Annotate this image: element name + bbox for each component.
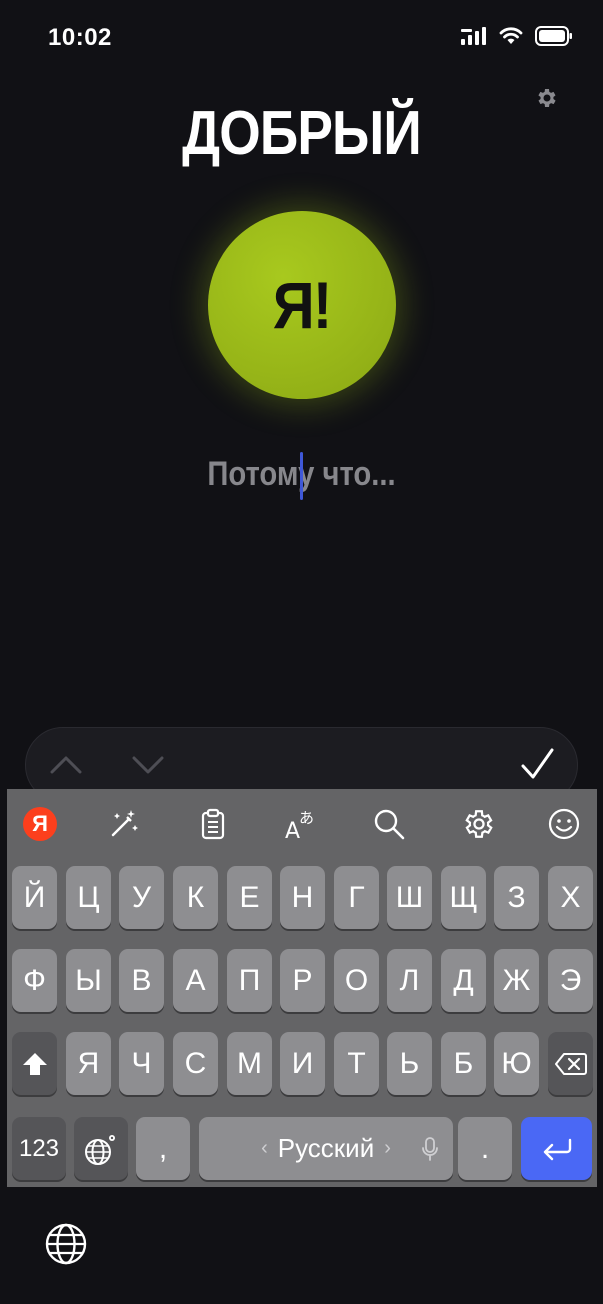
key-row1-2[interactable]: Ц — [66, 866, 111, 929]
magic-wand-icon[interactable] — [107, 807, 141, 841]
headline: ДОБРЫЙ — [182, 99, 422, 168]
chevron-up-icon[interactable] — [48, 750, 84, 780]
return-key[interactable] — [521, 1117, 592, 1180]
svg-text:あ: あ — [299, 809, 314, 827]
cellular-signal-icon — [461, 27, 486, 45]
key-row1-11[interactable]: Х — [548, 866, 593, 929]
key-row3-2[interactable]: Ч — [119, 1032, 164, 1095]
language-switch-key[interactable] — [74, 1117, 128, 1180]
language-label: Русский — [277, 1133, 375, 1163]
key-row1-3[interactable]: У — [119, 866, 164, 929]
text-caret — [300, 452, 303, 500]
key-row1-10[interactable]: З — [494, 866, 539, 929]
key-row1-1[interactable]: Й — [12, 866, 57, 929]
key-row2-3[interactable]: В — [119, 949, 164, 1012]
search-icon[interactable] — [372, 807, 406, 841]
translate-icon[interactable]: Aあ — [284, 807, 318, 841]
key-row3-5[interactable]: И — [280, 1032, 325, 1095]
globe-settings-icon — [85, 1134, 115, 1165]
emoji-icon[interactable] — [547, 807, 581, 841]
shift-key[interactable] — [12, 1032, 57, 1095]
key-row2-11[interactable]: Э — [548, 949, 593, 1012]
key-row2-6[interactable]: Р — [280, 949, 325, 1012]
key-row1-8[interactable]: Ш — [387, 866, 432, 929]
clipboard-icon[interactable] — [196, 807, 230, 841]
yandex-letter: Я — [23, 807, 57, 841]
status-time: 10:02 — [48, 24, 112, 51]
key-row2-8[interactable]: Л — [387, 949, 432, 1012]
numbers-key[interactable]: 123 — [12, 1117, 66, 1180]
svg-text:A: A — [285, 819, 300, 841]
status-icons — [461, 26, 573, 46]
return-arrow-icon — [543, 1138, 571, 1160]
globe-icon[interactable] — [44, 1222, 88, 1266]
wifi-icon — [499, 27, 523, 44]
shift-arrow-icon — [22, 1052, 47, 1075]
space-key[interactable]: ‹ Русский › — [199, 1117, 453, 1180]
ya-circle-badge: Я! — [208, 211, 396, 399]
key-row1-6[interactable]: Н — [280, 866, 325, 929]
key-row2-1[interactable]: Ф — [12, 949, 57, 1012]
key-row2-7[interactable]: О — [334, 949, 379, 1012]
battery-icon — [535, 26, 572, 46]
key-row1-4[interactable]: К — [173, 866, 218, 929]
key-row3-9[interactable]: Ю — [494, 1032, 539, 1095]
key-row2-2[interactable]: Ы — [66, 949, 111, 1012]
backspace-icon — [554, 1052, 587, 1075]
period-key[interactable]: . — [458, 1117, 512, 1180]
gear-icon[interactable] — [462, 807, 496, 841]
key-row2-10[interactable]: Ж — [494, 949, 539, 1012]
key-row3-8[interactable]: Б — [441, 1032, 486, 1095]
key-row3-3[interactable]: С — [173, 1032, 218, 1095]
key-row2-5[interactable]: П — [227, 949, 272, 1012]
key-row3-4[interactable]: М — [227, 1032, 272, 1095]
keyboard: Я Aあ Й Ц У К Е Н Г Ш Щ З Х Ф Ы В А П Р О… — [7, 789, 597, 1187]
key-row1-9[interactable]: Щ — [441, 866, 486, 929]
key-row1-5[interactable]: Е — [227, 866, 272, 929]
key-row3-1[interactable]: Я — [66, 1032, 111, 1095]
key-row1-7[interactable]: Г — [334, 866, 379, 929]
checkmark-icon[interactable] — [519, 744, 555, 784]
backspace-key[interactable] — [548, 1032, 593, 1095]
key-row2-4[interactable]: А — [173, 949, 218, 1012]
chevron-down-icon[interactable] — [130, 750, 166, 780]
next-language-arrow: › — [384, 1137, 391, 1159]
comma-key[interactable]: , — [136, 1117, 190, 1180]
space-label: ‹ Русский › — [261, 1133, 391, 1164]
microphone-icon — [422, 1137, 438, 1161]
yandex-logo[interactable]: Я — [23, 807, 57, 841]
keyboard-toolbar: Я Aあ — [7, 789, 597, 859]
prev-language-arrow: ‹ — [261, 1137, 268, 1159]
key-row3-7[interactable]: Ь — [387, 1032, 432, 1095]
key-row3-6[interactable]: Т — [334, 1032, 379, 1095]
key-row2-9[interactable]: Д — [441, 949, 486, 1012]
circle-label: Я! — [273, 268, 332, 342]
